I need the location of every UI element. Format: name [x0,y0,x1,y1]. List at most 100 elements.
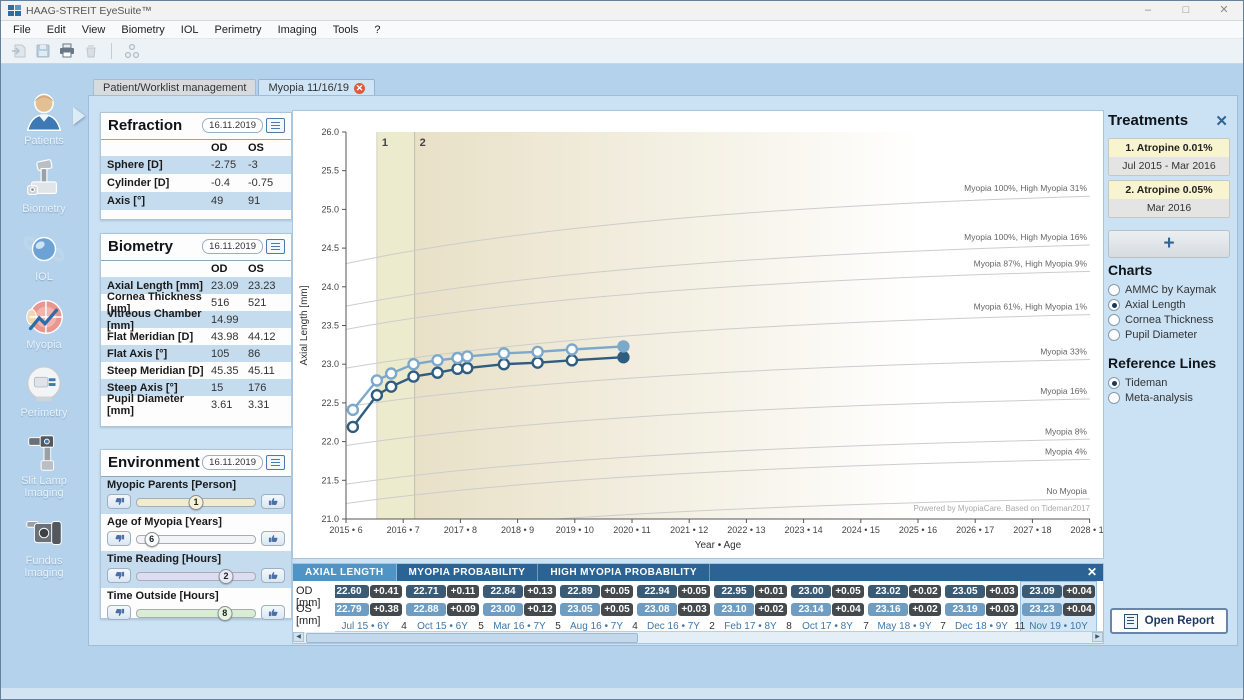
table-close-icon[interactable]: ✕ [1087,565,1097,579]
menu-item-iol[interactable]: IOL [173,22,207,38]
slider-track-area[interactable]: 2 [136,569,256,583]
treatment-card-2[interactable]: 2. Atropine 0.05%Mar 2016 [1108,180,1230,218]
save-icon[interactable] [34,43,52,59]
data-point-od-3[interactable] [408,372,418,382]
radio-icon[interactable] [1108,299,1120,311]
thumbs-up-button[interactable] [261,568,285,583]
sidebar-item-biometry[interactable]: Biometry [21,158,67,215]
os-delta-chip[interactable]: +0.02 [755,603,787,616]
od-delta-chip[interactable]: +0.05 [601,585,633,598]
visit-date[interactable]: Mar 16 • 7Y [481,621,558,632]
chart-option-axial-length[interactable]: Axial Length [1108,299,1230,311]
os-value-chip[interactable]: 23.00 [483,603,523,616]
menu-item-edit[interactable]: Edit [39,22,74,38]
scroll-left-icon[interactable]: ◀ [293,632,304,642]
od-delta-chip[interactable]: +0.05 [832,585,864,598]
visit-column-aug-16-7y[interactable]: 22.89+0.0523.05+0.05Aug 16 • 7Y [558,583,635,641]
os-delta-chip[interactable]: +0.02 [909,603,941,616]
chart-option-ammc-by-kaymak[interactable]: AMMC by Kaymak [1108,284,1230,296]
slider-track[interactable] [136,572,256,581]
visit-date[interactable]: Dec 16 • 7Y [635,621,712,632]
od-delta-chip[interactable]: +0.04 [1063,585,1095,598]
visit-column-dec-18-9y[interactable]: 23.05+0.0323.19+0.03Dec 18 • 9Y [943,583,1020,641]
delete-icon[interactable] [82,43,100,59]
visit-column-nov-19-10y[interactable]: 23.09+0.0423.23+0.04Nov 19 • 10Y [1020,583,1097,641]
od-delta-chip[interactable]: +0.41 [370,585,402,598]
menu-item-help[interactable]: ? [366,22,388,38]
visit-date[interactable]: Dec 18 • 9Y [943,621,1020,632]
data-point-os-0[interactable] [348,405,358,415]
menu-item-file[interactable]: File [5,22,39,38]
os-value-chip[interactable]: 22.79 [329,603,369,616]
radio-icon[interactable] [1108,284,1120,296]
os-value-chip[interactable]: 23.23 [1022,603,1062,616]
visit-column-feb-17-8y[interactable]: 22.95+0.0123.10+0.02Feb 17 • 8Y [712,583,789,641]
visit-column-mar-16-7y[interactable]: 22.84+0.1323.00+0.12 Mar 16 • 7Y [481,583,558,641]
data-point-os-7[interactable] [499,348,509,358]
sidebar-item-iol[interactable]: IOL [21,226,67,283]
treatments-close-icon[interactable]: ✕ [1215,112,1228,130]
visit-column-jul-15-6y[interactable]: 22.60+0.4122.79+0.38Jul 15 • 6Y [327,583,404,641]
visit-column-oct-17-8y[interactable]: 23.00+0.0523.14+0.04Oct 17 • 8Y [789,583,866,641]
data-point-od-0[interactable] [348,422,358,432]
data-point-od-4[interactable] [433,368,443,378]
menu-item-view[interactable]: View [74,22,114,38]
maximize-button[interactable]: □ [1167,2,1205,20]
data-point-os-8[interactable] [533,347,543,357]
os-delta-chip[interactable]: +0.09 [447,603,479,616]
data-point-os-2[interactable] [386,368,396,378]
thumbs-down-button[interactable] [107,531,131,546]
data-point-od-8[interactable] [533,358,543,368]
table-tab-high-myopia-probability[interactable]: HIGH MYOPIA PROBABILITY [538,564,710,581]
thumbs-up-button[interactable] [261,531,285,546]
od-delta-chip[interactable]: +0.03 [986,585,1018,598]
od-value-chip[interactable]: 22.89 [560,585,600,598]
os-value-chip[interactable]: 23.05 [560,603,600,616]
radio-icon[interactable] [1108,377,1120,389]
radio-icon[interactable] [1108,314,1120,326]
od-value-chip[interactable]: 23.00 [791,585,831,598]
minimize-button[interactable]: – [1129,2,1167,20]
table-tab-myopia-probability[interactable]: MYOPIA PROBABILITY [397,564,539,581]
od-delta-chip[interactable]: +0.11 [447,585,479,598]
visit-column-oct-15-6y[interactable]: 22.71+0.1122.88+0.09Oct 15 • 6Y [404,583,481,641]
data-point-od-5[interactable] [453,364,463,374]
os-value-chip[interactable]: 23.10 [714,603,754,616]
close-button[interactable]: ✕ [1205,2,1243,20]
radio-icon[interactable] [1108,329,1120,341]
os-delta-chip[interactable]: +0.12 [524,603,556,616]
visit-date[interactable]: Aug 16 • 7Y [558,621,635,632]
data-point-od-1[interactable] [372,390,382,400]
os-value-chip[interactable]: 23.16 [868,603,908,616]
os-delta-chip[interactable]: +0.03 [678,603,710,616]
od-value-chip[interactable]: 23.02 [868,585,908,598]
od-value-chip[interactable]: 22.84 [483,585,523,598]
od-delta-chip[interactable]: +0.13 [524,585,556,598]
table-tab-axial-length[interactable]: AXIAL LENGTH [293,564,397,581]
data-point-os-9[interactable] [567,344,577,354]
add-treatment-button[interactable]: + [1108,230,1230,258]
data-point-os-6[interactable] [462,351,472,361]
open-report-button[interactable]: Open Report [1110,608,1228,634]
os-value-chip[interactable]: 23.19 [945,603,985,616]
tab-patient-worklist-management[interactable]: Patient/Worklist management [93,79,256,96]
visit-date[interactable]: May 18 • 9Y [866,621,943,632]
sidebar-expand-arrow-icon[interactable] [73,107,85,125]
import-icon[interactable] [10,43,28,59]
refraction-date-field[interactable]: 16.11.2019 [202,118,263,133]
visit-date[interactable]: Feb 17 • 8Y [712,621,789,632]
slider-track-area[interactable]: 6 [136,532,256,546]
od-value-chip[interactable]: 22.71 [406,585,446,598]
visit-date[interactable]: Oct 17 • 8Y [789,621,866,632]
data-point-os-3[interactable] [408,359,418,369]
biometry-date-field[interactable]: 16.11.2019 [202,239,263,254]
biometry-menu-button[interactable] [266,239,285,254]
sidebar-item-fundus[interactable]: Fundus Imaging [9,510,79,579]
slider-thumb[interactable]: 8 [217,606,232,621]
od-value-chip[interactable]: 22.95 [714,585,754,598]
data-point-od-10[interactable] [618,352,628,362]
slider-thumb[interactable]: 1 [189,495,204,510]
visit-date[interactable]: Jul 15 • 6Y [327,621,404,632]
chart-option-cornea-thickness[interactable]: Cornea Thickness [1108,314,1230,326]
network-icon[interactable] [123,43,141,59]
